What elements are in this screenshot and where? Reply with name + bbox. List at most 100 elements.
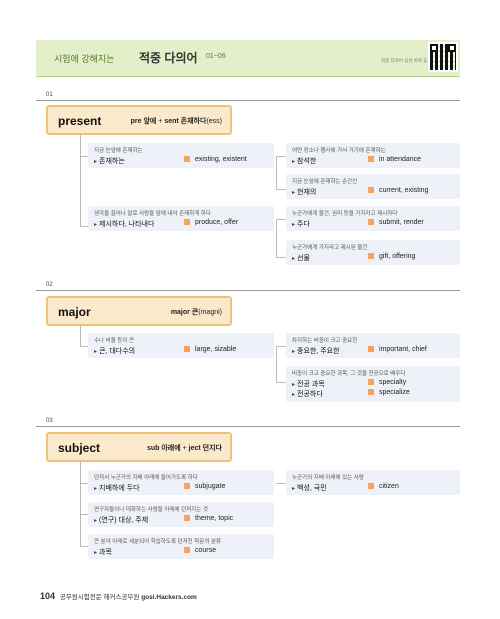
etymology: sub 아래에 + ject 던지다 <box>146 445 222 452</box>
korean-meaning: ▸ 지배하에 두다 <box>94 485 140 492</box>
korean-meaning: ▸ 선물 <box>292 255 310 262</box>
section-divider <box>36 426 460 427</box>
tree-connector <box>80 226 88 227</box>
tree-connector <box>80 462 81 546</box>
header-subtitle: 시험에 강해지는 <box>54 54 115 64</box>
bullet-square-icon <box>368 187 374 193</box>
meaning-description: 지금 눈앞에 존재하는 순간인 <box>292 179 358 185</box>
meaning-card: 차지하는 비중이 크고 중요한 ▸ 중요한, 주요한 important, chi… <box>286 333 460 358</box>
footer-text: 공무원시험전문 해커스공무원 <box>59 594 140 601</box>
section-divider <box>36 100 460 101</box>
section-divider <box>36 290 460 291</box>
bullet-square-icon <box>184 483 190 489</box>
bullet-square-icon <box>368 389 374 395</box>
english-synonym: existing, existent <box>184 156 247 163</box>
tree-connector <box>80 156 88 157</box>
english-synonym: course <box>184 547 216 554</box>
bullet-square-icon <box>368 483 374 489</box>
english-synonym: important, chief <box>368 346 427 353</box>
english-synonym: large, sizable <box>184 346 236 353</box>
page-header: 시험에 강해지는 적중 다의어 01~06 적중 다의어 음성 바로 듣기 <box>36 40 460 77</box>
meaning-card: 연구자들이나 대화하는 사람들 아래에 던져지는 것 ▸ (연구) 대상, 주제 … <box>88 502 274 527</box>
meaning-description: 누군가에게 가지라고 제시된 물건 <box>292 245 368 251</box>
page-number: 104 <box>40 591 56 601</box>
section-number: 03 <box>46 418 53 424</box>
meaning-description: 연구자들이나 대화하는 사람들 아래에 던져지는 것 <box>94 507 208 513</box>
bullet-square-icon <box>184 219 190 225</box>
english-synonym: current, existing <box>368 187 428 194</box>
meaning-card: 누군가에게 가지라고 제시된 물건 ▸ 선물 gift, offering <box>286 240 460 265</box>
headword: present <box>58 114 102 128</box>
meaning-description: 누군가의 지배 아래에 있는 사람 <box>292 475 364 481</box>
korean-meaning: ▸ 큰, 대다수의 <box>94 348 136 355</box>
headword: major <box>58 305 91 319</box>
tree-connector <box>80 546 88 547</box>
english-synonym: theme, topic <box>184 515 233 522</box>
header-title: 적중 다의어 <box>139 51 198 65</box>
korean-meaning: ▸ 존재하는 <box>94 158 125 165</box>
tree-connector <box>276 346 286 347</box>
english-synonym: specialty <box>368 379 406 386</box>
bullet-square-icon <box>184 515 190 521</box>
tree-connector <box>276 156 277 189</box>
korean-meaning: ▸ 주다 <box>292 221 310 228</box>
header-range: 01~06 <box>206 53 226 60</box>
bullet-square-icon <box>368 219 374 225</box>
meaning-card: 던져서 누군가의 지배 아래에 들어가도록 하다 ▸ 지배하에 두다 subjug… <box>88 470 274 495</box>
english-synonym: specialize <box>368 389 410 396</box>
tree-connector <box>276 346 277 382</box>
bullet-square-icon <box>368 379 374 385</box>
etymology: pre 앞에 + sent 존재하다(ess) <box>130 118 222 125</box>
page-footer: 104 공무원시험전문 해커스공무원 gosi.Hackers.com <box>40 591 197 601</box>
meaning-description: 지금 눈앞에 존재하는 <box>94 148 143 154</box>
tree-connector <box>276 257 286 258</box>
bullet-square-icon <box>368 253 374 259</box>
meaning-description: 비중이 크고 중요한 과목, 그 것을 전공으로 배우다 <box>292 371 406 377</box>
etymology: major 큰(magni) <box>170 309 222 316</box>
korean-meaning: ▸ 과목 <box>94 549 112 556</box>
korean-meaning: ▸ 참석한 <box>292 158 317 165</box>
english-synonym: in attendance <box>368 156 421 163</box>
tree-connector <box>276 219 286 220</box>
bullet-square-icon <box>368 156 374 162</box>
meaning-card: 생각을 끌어나 말로 사람들 앞에 내어 존재하게 하다 ▸ 제시하다, 나타내다… <box>88 206 274 231</box>
meaning-description: 어떤 장소나 행사에 가서 거기에 존재하는 <box>292 148 386 154</box>
bullet-square-icon <box>184 346 190 352</box>
meaning-card: 지금 눈앞에 존재하는 ▸ 존재하는 existing, existent <box>88 143 274 168</box>
footer-site-link[interactable]: gosi.Hackers.com <box>141 594 197 601</box>
meaning-description: 큰 분야 아래로 세분되어 학습하도록 던져진 학문의 분류 <box>94 539 222 545</box>
english-synonym: citizen <box>368 483 399 490</box>
english-synonym: subjugate <box>184 483 225 490</box>
meaning-card: 비중이 크고 중요한 과목, 그 것을 전공으로 배우다 ▸ 전공 과목 spec… <box>286 366 460 402</box>
word-box-present: present pre 앞에 + sent 존재하다(ess) <box>46 105 232 135</box>
tree-connector <box>276 189 286 190</box>
tree-connector <box>80 483 88 484</box>
tree-connector <box>276 483 286 484</box>
english-synonym: gift, offering <box>368 253 415 260</box>
meaning-card: 누군가에게 물건, 권리 등을 가지라고 제시하다 ▸ 주다 submit, re… <box>286 206 460 231</box>
tree-connector <box>80 135 81 227</box>
meaning-card: 큰 분야 아래로 세분되어 학습하도록 던져진 학문의 분류 ▸ 과목 cours… <box>88 534 274 559</box>
qr-code-icon[interactable] <box>428 42 458 72</box>
english-synonym: produce, offer <box>184 219 238 226</box>
meaning-description: 누군가에게 물건, 권리 등을 가지라고 제시하다 <box>292 211 398 217</box>
tree-connector <box>80 326 81 346</box>
korean-meaning: ▸ 전공 과목 <box>292 381 325 388</box>
headword: subject <box>58 441 101 455</box>
qr-caption: 적중 다의어 음성 바로 듣기 <box>381 58 432 63</box>
meaning-card: 어떤 장소나 행사에 가서 거기에 존재하는 ▸ 참석한 in attendanc… <box>286 143 460 168</box>
bullet-square-icon <box>184 547 190 553</box>
word-box-major: major major 큰(magni) <box>46 296 232 326</box>
meaning-card: 누군가의 지배 아래에 있는 사람 ▸ 백성, 국민 citizen <box>286 470 460 495</box>
korean-meaning: ▸ 제시하다, 나타내다 <box>94 221 155 228</box>
section-number: 01 <box>46 92 53 98</box>
korean-meaning: ▸ 전공하다 <box>292 391 323 398</box>
word-box-subject: subject sub 아래에 + ject 던지다 <box>46 432 232 462</box>
tree-connector <box>80 346 88 347</box>
tree-connector <box>276 156 286 157</box>
bullet-square-icon <box>184 156 190 162</box>
english-synonym: submit, render <box>368 219 424 226</box>
meaning-description: 차지하는 비중이 크고 중요한 <box>292 338 358 344</box>
bullet-square-icon <box>368 346 374 352</box>
tree-connector <box>276 219 277 257</box>
